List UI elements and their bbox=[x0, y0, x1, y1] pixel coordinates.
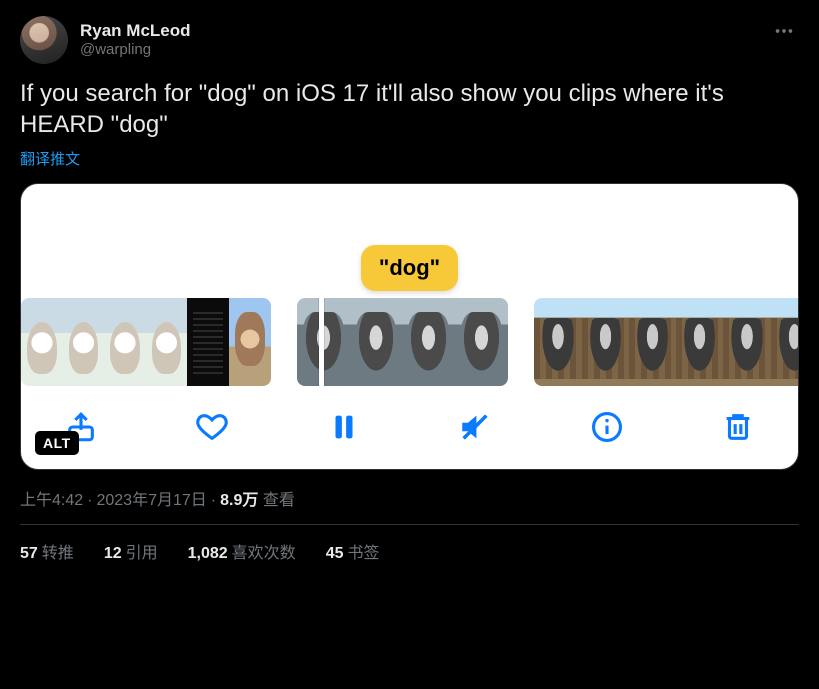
bookmarks-label: 书签 bbox=[347, 545, 379, 562]
mute-icon[interactable] bbox=[457, 409, 493, 445]
avatar[interactable] bbox=[20, 16, 68, 64]
meta-time[interactable]: 上午4:42 bbox=[20, 492, 83, 509]
views-count[interactable]: 8.9万 bbox=[220, 492, 258, 509]
meta-date[interactable]: 2023年7月17日 bbox=[96, 492, 206, 509]
bookmarks-count: 45 bbox=[326, 545, 344, 562]
caption-bubble: "dog" bbox=[361, 245, 458, 291]
likes-stat[interactable]: 1,082喜欢次数 bbox=[188, 539, 296, 563]
views-label: 查看 bbox=[263, 492, 295, 509]
tweet-header: Ryan McLeod @warpling bbox=[20, 16, 799, 64]
clip-thumb bbox=[723, 298, 770, 386]
clip-thumb bbox=[21, 298, 63, 386]
clip-thumb bbox=[582, 298, 629, 386]
clip-thumb bbox=[104, 298, 146, 386]
quotes-stat[interactable]: 12引用 bbox=[104, 539, 158, 563]
tweet-text: If you search for "dog" on iOS 17 it'll … bbox=[20, 78, 799, 140]
bookmarks-stat[interactable]: 45书签 bbox=[326, 539, 380, 563]
user-names: Ryan McLeod @warpling bbox=[80, 20, 191, 60]
clip-thumb bbox=[229, 298, 271, 386]
trash-icon[interactable] bbox=[720, 409, 756, 445]
clip-thumb bbox=[402, 298, 455, 386]
translate-link[interactable]: 翻译推文 bbox=[20, 148, 80, 169]
clip-strip[interactable] bbox=[21, 298, 271, 386]
retweets-stat[interactable]: 57转推 bbox=[20, 539, 74, 563]
likes-count: 1,082 bbox=[188, 545, 228, 562]
alt-badge[interactable]: ALT bbox=[35, 431, 79, 455]
pause-icon[interactable] bbox=[326, 409, 362, 445]
divider bbox=[20, 524, 799, 525]
timeline-strips bbox=[21, 297, 798, 387]
display-name[interactable]: Ryan McLeod bbox=[80, 20, 191, 41]
heart-icon[interactable] bbox=[194, 409, 230, 445]
media-card[interactable]: "dog" bbox=[20, 183, 799, 470]
clip-strip[interactable] bbox=[534, 298, 799, 386]
info-icon[interactable] bbox=[589, 409, 625, 445]
tweet-meta: 上午4:42·2023年7月17日·8.9万 查看 bbox=[20, 486, 799, 510]
caption-bubble-wrap: "dog" bbox=[21, 202, 798, 297]
tweet-container: Ryan McLeod @warpling If you search for … bbox=[0, 0, 819, 579]
tweet-stats: 57转推 12引用 1,082喜欢次数 45书签 bbox=[20, 539, 799, 563]
clip-thumb bbox=[146, 298, 188, 386]
user-block[interactable]: Ryan McLeod @warpling bbox=[20, 16, 191, 64]
retweets-label: 转推 bbox=[42, 545, 74, 562]
media-toolbar bbox=[21, 387, 798, 469]
clip-strip-active[interactable] bbox=[297, 298, 509, 386]
more-icon[interactable] bbox=[769, 16, 799, 46]
retweets-count: 57 bbox=[20, 545, 38, 562]
clip-thumb bbox=[63, 298, 105, 386]
user-handle[interactable]: @warpling bbox=[80, 41, 191, 60]
clip-thumb bbox=[676, 298, 723, 386]
clip-thumb bbox=[771, 298, 799, 386]
clip-thumb bbox=[187, 298, 229, 386]
clip-thumb bbox=[455, 298, 508, 386]
quotes-count: 12 bbox=[104, 545, 122, 562]
clip-thumb bbox=[350, 298, 403, 386]
clip-thumb bbox=[534, 298, 581, 386]
quotes-label: 引用 bbox=[126, 545, 158, 562]
likes-label: 喜欢次数 bbox=[232, 545, 296, 562]
media-inner: "dog" bbox=[21, 184, 798, 469]
playhead[interactable] bbox=[319, 298, 324, 386]
clip-thumb bbox=[629, 298, 676, 386]
